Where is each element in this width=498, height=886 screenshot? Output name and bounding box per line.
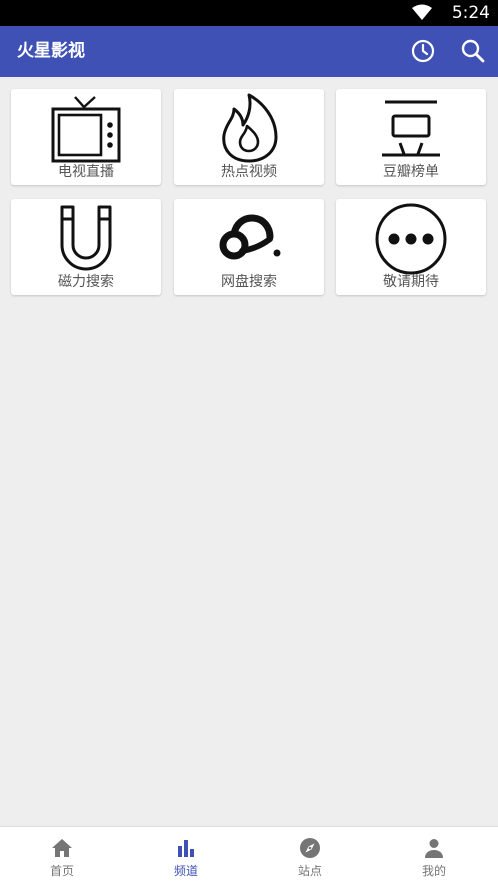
bottom-nav: 首页 频道 站点 我的 [0,826,498,886]
more-icon [375,203,447,275]
home-icon [52,839,72,857]
nav-item-mine[interactable]: 我的 [372,827,496,886]
magnet-icon [60,205,112,271]
channel-label: 豆瓣榜单 [383,164,439,180]
status-bar: 5:24 [0,0,498,26]
channel-label: 电视直播 [58,164,114,180]
wifi-icon [412,4,432,20]
app-title: 火星影视 [17,41,85,61]
nav-item-channels[interactable]: 频道 [124,827,248,886]
channel-label: 敬请期待 [383,274,439,290]
nav-label: 我的 [421,864,446,878]
nav-label: 站点 [297,864,322,878]
channel-card-magnet[interactable]: 磁力搜索 [11,199,161,295]
flame-icon [222,93,278,163]
nav-label: 频道 [173,864,198,878]
channel-label: 网盘搜索 [221,274,277,290]
status-time: 5:24 [451,3,490,23]
bar-chart-icon [178,840,194,857]
nav-item-sites[interactable]: 站点 [248,827,372,886]
channel-card-douban[interactable]: 豆瓣榜单 [336,89,486,185]
person-icon [425,839,443,858]
channel-card-tv[interactable]: 电视直播 [11,89,161,185]
channel-label: 磁力搜索 [58,274,114,290]
tv-icon [51,96,121,163]
search-icon[interactable] [459,37,487,65]
channel-card-cloud[interactable]: 网盘搜索 [174,199,324,295]
history-icon[interactable] [409,37,437,65]
channel-card-more[interactable]: 敬请期待 [336,199,486,295]
channel-label: 热点视频 [221,164,277,180]
nav-label: 首页 [49,864,74,878]
compass-icon [300,838,320,858]
cloud-drive-icon [219,214,281,260]
nav-item-home[interactable]: 首页 [0,827,124,886]
douban-icon [382,100,440,157]
channel-card-hot[interactable]: 热点视频 [174,89,324,185]
app-bar: 火星影视 [0,26,498,77]
